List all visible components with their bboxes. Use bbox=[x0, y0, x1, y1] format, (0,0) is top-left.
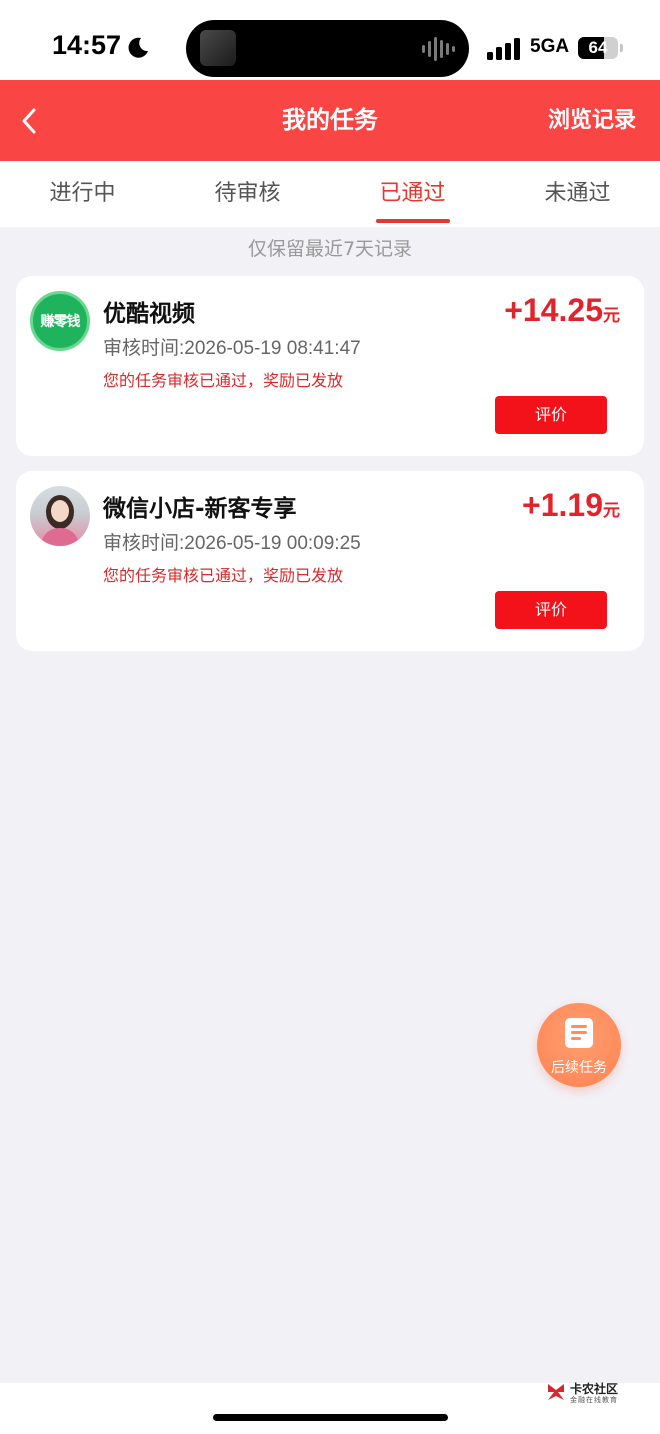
rate-button[interactable]: 评价 bbox=[495, 591, 607, 629]
task-title: 微信小店-新客专享 bbox=[103, 496, 297, 522]
tab-label: 进行中 bbox=[49, 181, 116, 206]
task-title: 优酷视频 bbox=[103, 301, 195, 327]
signal-icon bbox=[487, 38, 520, 60]
task-card[interactable]: 赚零钱 优酷视频 审核时间:2026-05-19 08:41:47 您的任务审核… bbox=[16, 276, 644, 456]
moon-icon bbox=[128, 37, 148, 58]
tab-active-indicator bbox=[375, 219, 450, 223]
rate-button[interactable]: 评价 bbox=[495, 396, 607, 434]
watermark-logo-icon bbox=[548, 1384, 564, 1400]
task-list-icon bbox=[565, 1018, 593, 1048]
amount-value: +1.19 bbox=[522, 487, 603, 523]
review-status: 您的任务审核已通过，奖励已发放 bbox=[103, 371, 344, 390]
review-time: 审核时间:2026-05-19 00:09:25 bbox=[103, 533, 361, 554]
person-avatar-icon bbox=[40, 495, 80, 546]
audio-wave-icon bbox=[422, 37, 455, 61]
tab-label: 未通过 bbox=[544, 181, 611, 206]
review-status: 您的任务审核已通过，奖励已发放 bbox=[103, 566, 344, 585]
browse-history-link[interactable]: 浏览记录 bbox=[548, 80, 636, 161]
tab-label: 已通过 bbox=[379, 181, 446, 206]
battery-percent: 64 bbox=[588, 38, 608, 57]
reward-amount: +14.25元 bbox=[504, 292, 620, 329]
follow-up-tasks-button[interactable]: 后续任务 bbox=[537, 1003, 621, 1087]
watermark-subtitle: 金融在线教育 bbox=[570, 1396, 618, 1404]
tab-approved[interactable]: 已通过 bbox=[330, 161, 495, 227]
tab-rejected[interactable]: 未通过 bbox=[495, 161, 660, 227]
tab-bar: 进行中 待审核 已通过 未通过 bbox=[0, 161, 660, 227]
header: 我的任务 浏览记录 bbox=[0, 80, 660, 161]
network-label: 5GA bbox=[530, 36, 570, 57]
chevron-left-icon bbox=[22, 108, 36, 134]
watermark: 卡农社区 金融在线教育 bbox=[544, 1380, 634, 1406]
retention-notice: 仅保留最近7天记录 bbox=[247, 238, 413, 260]
task-avatar bbox=[30, 486, 90, 546]
home-indicator[interactable] bbox=[213, 1414, 448, 1421]
status-time: 14:57 bbox=[52, 30, 122, 60]
battery-cap bbox=[620, 44, 623, 52]
tab-in-progress[interactable]: 进行中 bbox=[0, 161, 165, 227]
amount-value: +14.25 bbox=[504, 292, 603, 328]
back-button[interactable] bbox=[14, 102, 48, 140]
reward-amount: +1.19元 bbox=[522, 487, 620, 524]
task-card[interactable]: 微信小店-新客专享 审核时间:2026-05-19 00:09:25 您的任务审… bbox=[16, 471, 644, 651]
avatar-text: 赚零钱 bbox=[40, 314, 81, 330]
review-time: 审核时间:2026-05-19 08:41:47 bbox=[103, 338, 361, 359]
battery-icon: 64 bbox=[578, 37, 618, 59]
task-avatar: 赚零钱 bbox=[30, 291, 90, 351]
media-thumbnail bbox=[200, 30, 236, 66]
status-bar: 14:57 5GA 64 bbox=[0, 0, 660, 80]
dynamic-island[interactable] bbox=[186, 20, 469, 77]
amount-unit: 元 bbox=[603, 501, 620, 520]
follow-up-tasks-label: 后续任务 bbox=[551, 1060, 607, 1076]
tab-pending-review[interactable]: 待审核 bbox=[165, 161, 330, 227]
tab-label: 待审核 bbox=[214, 181, 281, 206]
amount-unit: 元 bbox=[603, 306, 620, 325]
